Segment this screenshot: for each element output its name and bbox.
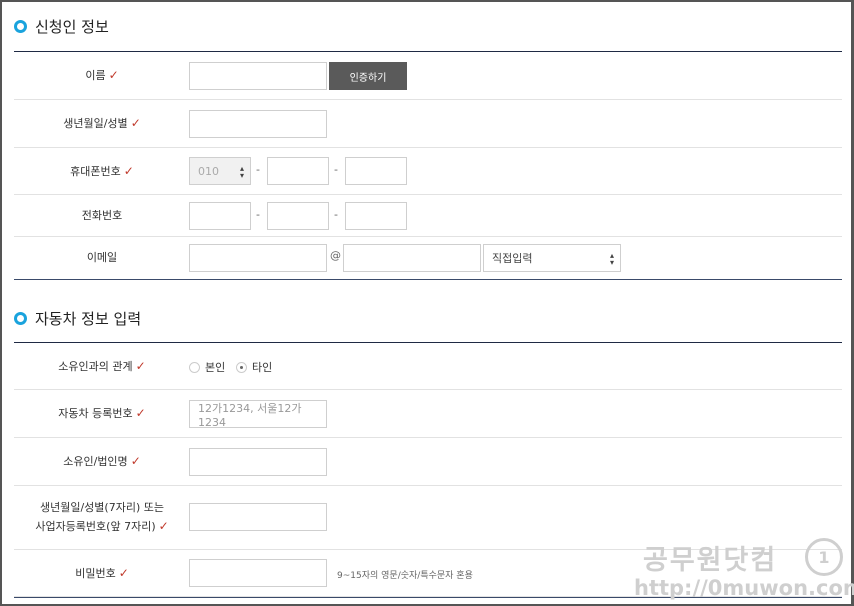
radio-selected-icon[interactable] [236, 361, 247, 373]
label-reg-no: 자동차 등록번호 ✓ [14, 390, 190, 437]
watermark-brand: 공무원닷컴 [643, 545, 778, 576]
row-reg-no: 자동차 등록번호 ✓ 12가1234, 서울12가1234 [14, 390, 842, 438]
section-bullet-icon [14, 20, 27, 33]
label-password-text: 비밀번호 [75, 566, 116, 580]
mobile-prefix-select[interactable]: 010 ▴ ▾ [189, 157, 251, 185]
email-domain-input[interactable] [343, 244, 481, 272]
label-email-text: 이메일 [86, 250, 118, 264]
radio-label-other: 타인 [252, 361, 273, 374]
dash-separator: - [256, 208, 260, 221]
label-phone: 전화번호 [14, 195, 190, 236]
label-owner-id-line2: 사업자등록번호(앞 7자리) [35, 520, 156, 533]
required-check-icon: ✓ [123, 163, 134, 178]
required-check-icon: ✓ [135, 358, 146, 373]
row-birth: 생년월일/성별 ✓ [14, 100, 842, 148]
watermark-badge-icon: 1 [805, 538, 843, 576]
radio-icon[interactable] [189, 361, 200, 373]
label-name-text: 이름 [85, 69, 106, 82]
label-reg-no-text: 자동차 등록번호 [58, 407, 133, 420]
section-title-text: 신청인 정보 [35, 18, 109, 36]
required-check-icon: ✓ [135, 406, 146, 420]
label-name: 이름 ✓ [14, 52, 190, 99]
required-check-icon: ✓ [130, 454, 141, 468]
dash-separator: - [256, 163, 260, 176]
label-birth: 생년월일/성별 ✓ [14, 100, 190, 147]
birth-input[interactable] [189, 110, 327, 138]
section-title-vehicle: 자동차 정보 입력 [14, 308, 141, 329]
section-rule-bottom [14, 279, 842, 280]
select-arrow-icon: ▴ ▾ [609, 251, 614, 267]
password-hint: 9~15자의 영문/숫자/특수문자 혼용 [337, 571, 473, 581]
watermark-url: http://0muwon.com [634, 576, 854, 600]
mobile-last-input[interactable] [345, 157, 407, 185]
label-birth-text: 생년월일/성별 [63, 117, 128, 130]
relation-radio-self[interactable]: 본인 [189, 359, 225, 375]
required-check-icon: ✓ [118, 565, 129, 580]
row-relation: 소유인과의 관계 ✓ 본인 타인 [14, 343, 842, 390]
reg-no-placeholder: 12가1234, 서울12가1234 [198, 401, 302, 429]
label-mobile: 휴대폰번호 ✓ [14, 148, 190, 194]
label-password: 비밀번호 ✓ [14, 550, 190, 596]
owner-id-input[interactable] [189, 503, 327, 531]
watermark-badge-text: 1 [818, 547, 830, 567]
mobile-prefix-value: 010 [198, 164, 219, 178]
label-email: 이메일 [14, 237, 190, 278]
at-sign: @ [330, 249, 341, 262]
email-id-input[interactable] [189, 244, 327, 272]
relation-radio-other[interactable]: 타인 [236, 359, 272, 375]
section-bullet-icon [14, 312, 27, 325]
phone-first-input[interactable] [189, 202, 251, 230]
row-mobile: 휴대폰번호 ✓ 010 ▴ ▾ - - [14, 148, 842, 195]
email-domain-select-value: 직접입력 [492, 252, 533, 265]
row-email: 이메일 @ 직접입력 ▴ ▾ [14, 237, 842, 279]
name-input[interactable] [189, 62, 327, 90]
dash-separator: - [334, 208, 338, 221]
radio-label-self: 본인 [205, 361, 226, 374]
mobile-middle-input[interactable] [267, 157, 329, 185]
required-check-icon: ✓ [130, 116, 141, 130]
row-phone: 전화번호 - - [14, 195, 842, 237]
required-check-icon: ✓ [108, 68, 119, 82]
label-mobile-text: 휴대폰번호 [70, 164, 121, 178]
phone-middle-input[interactable] [267, 202, 329, 230]
label-owner-id: 생년월일/성별(7자리) 또는 사업자등록번호(앞 7자리) ✓ [14, 486, 190, 549]
email-domain-select[interactable]: 직접입력 ▴ ▾ [483, 244, 621, 272]
select-arrow-icon: ▴ ▾ [239, 164, 244, 180]
dash-separator: - [334, 163, 338, 176]
label-phone-text: 전화번호 [81, 208, 123, 222]
required-check-icon: ✓ [158, 519, 169, 533]
label-owner-id-line1: 생년월일/성별(7자리) 또는 [40, 501, 164, 514]
reg-no-input[interactable]: 12가1234, 서울12가1234 [189, 400, 327, 429]
label-relation: 소유인과의 관계 ✓ [14, 343, 190, 389]
row-name: 이름 ✓ 인증하기 [14, 52, 842, 100]
label-owner: 소유인/법인명 ✓ [14, 438, 190, 485]
phone-last-input[interactable] [345, 202, 407, 230]
section-title-text: 자동차 정보 입력 [35, 310, 142, 328]
owner-input[interactable] [189, 448, 327, 476]
verify-button[interactable]: 인증하기 [329, 62, 407, 90]
row-owner: 소유인/법인명 ✓ [14, 438, 842, 486]
label-owner-text: 소유인/법인명 [63, 455, 128, 468]
label-relation-text: 소유인과의 관계 [58, 359, 133, 373]
section-title-applicant: 신청인 정보 [14, 16, 109, 37]
password-input[interactable] [189, 559, 327, 587]
